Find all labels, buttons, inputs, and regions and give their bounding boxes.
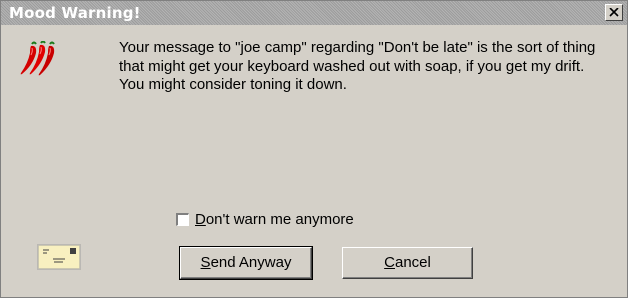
send-anyway-button[interactable]: Send Anyway — [179, 246, 313, 280]
close-button[interactable] — [605, 4, 623, 21]
cancel-label-rest: ancel — [394, 254, 431, 271]
hot-peppers-icon — [20, 41, 55, 76]
dont-warn-label[interactable]: Don't warn me anymore — [195, 211, 354, 228]
dont-warn-label-rest: on't warn me anymore — [205, 210, 354, 228]
send-label-rest: end Anyway — [210, 254, 292, 271]
envelope-icon — [37, 244, 81, 270]
cancel-accel: C — [384, 254, 395, 271]
window-title: Mood Warning! — [9, 4, 141, 22]
title-bar[interactable]: Mood Warning! — [1, 1, 627, 25]
close-icon — [609, 8, 619, 17]
send-accel: S — [200, 254, 211, 271]
mood-warning-dialog: Mood Warning! Your message to "joe camp"… — [0, 0, 628, 298]
dont-warn-checkbox-row[interactable]: Don't warn me anymore — [176, 210, 354, 228]
dont-warn-checkbox[interactable] — [176, 212, 189, 226]
cancel-button[interactable]: Cancel — [342, 247, 473, 279]
warning-message: Your message to "joe camp" regarding "Do… — [119, 39, 596, 93]
dont-warn-accel: D — [195, 210, 206, 228]
